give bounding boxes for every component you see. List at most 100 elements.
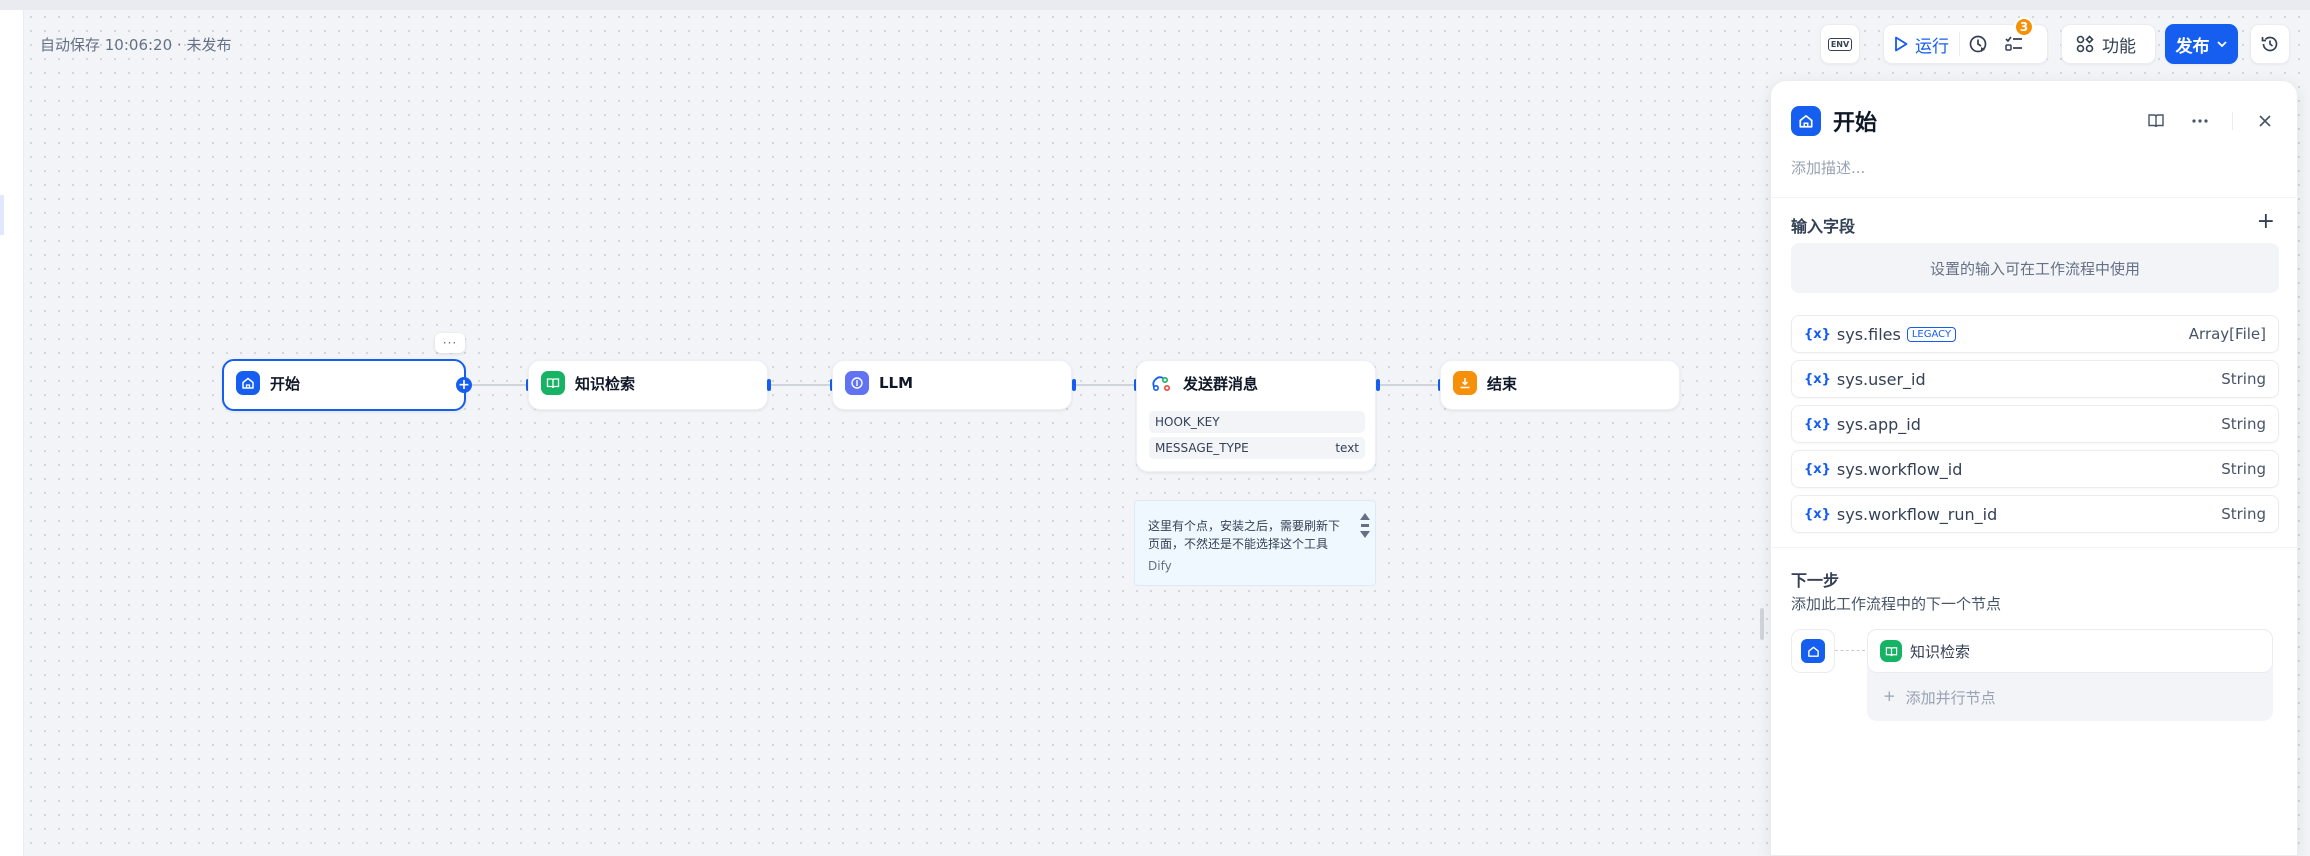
close-icon bbox=[2259, 115, 2271, 127]
checklist-button[interactable]: 3 bbox=[1996, 17, 2034, 59]
panel-header: 开始 bbox=[1791, 105, 1877, 137]
note-text: 这里有个点，安装之后，需要刷新下页面，不然还是不能选择这个工具 bbox=[1148, 519, 1341, 551]
variable-name: sys.files bbox=[1836, 324, 1901, 344]
variable-row: {x} sys.app_id String bbox=[1791, 405, 2279, 443]
add-input-button[interactable]: + bbox=[2257, 211, 2275, 233]
autosave-status: 自动保存 10:06:20 · 未发布 bbox=[40, 36, 232, 54]
sticky-note[interactable]: 这里有个点，安装之后，需要刷新下页面，不然还是不能选择这个工具 Dify bbox=[1134, 500, 1376, 586]
node-start[interactable]: 开始 bbox=[222, 359, 466, 411]
plus-icon: + bbox=[1883, 687, 1896, 705]
run-toolbar: 运行 3 bbox=[1883, 17, 2048, 64]
add-parallel-label: 添加并行节点 bbox=[1905, 689, 1996, 707]
variable-type: Array[File] bbox=[2188, 325, 2266, 343]
panel-title[interactable]: 开始 bbox=[1833, 105, 1877, 137]
node-more-button[interactable]: ··· bbox=[435, 333, 465, 353]
env-button[interactable]: ENV bbox=[1820, 24, 1860, 64]
variable-row: {x} sys.workflow_id String bbox=[1791, 450, 2279, 488]
input-fields-title: 输入字段 bbox=[1791, 217, 1856, 236]
variable-type: String bbox=[2221, 415, 2266, 433]
node-title: 结束 bbox=[1487, 374, 1518, 393]
node-title: LLM bbox=[879, 374, 914, 392]
note-author: Dify bbox=[1148, 559, 1172, 573]
node-title: 开始 bbox=[270, 374, 301, 393]
param-name: MESSAGE_TYPE bbox=[1155, 441, 1249, 455]
variable-row: {x} sys.files LEGACY Array[File] bbox=[1791, 315, 2279, 353]
node-knowledge-header: 知识检索 bbox=[541, 371, 635, 395]
close-button[interactable] bbox=[2253, 109, 2277, 133]
run-button[interactable]: 运行 bbox=[1894, 32, 1960, 57]
param-row: HOOK_KEY bbox=[1149, 411, 1365, 433]
chevron-down-icon bbox=[2216, 41, 2227, 48]
node-config-panel: 开始 添加描述... 输入字段 + 设置的输入可在工作流程中使用 {x} sys… bbox=[1770, 80, 2299, 856]
top-strip bbox=[0, 0, 2310, 10]
next-step-connector bbox=[1835, 650, 1865, 651]
run-label: 运行 bbox=[1915, 36, 1949, 57]
variable-icon: {x} bbox=[1804, 461, 1831, 477]
checklist-icon bbox=[2005, 36, 2022, 51]
variable-name-wrap: sys.files LEGACY bbox=[1837, 325, 2189, 344]
add-parallel-node-button[interactable]: + 添加并行节点 bbox=[1883, 687, 1996, 708]
next-step-hint: 添加此工作流程中的下一个节点 bbox=[1791, 595, 2002, 613]
description-input[interactable]: 添加描述... bbox=[1791, 157, 1865, 178]
history-icon bbox=[2261, 36, 2278, 52]
node-handle[interactable] bbox=[1072, 379, 1076, 391]
next-node-item[interactable]: 知识检索 bbox=[1867, 629, 2273, 673]
divider bbox=[1771, 547, 2299, 548]
left-sidebar bbox=[0, 10, 24, 856]
variable-icon: {x} bbox=[1804, 371, 1831, 387]
next-node-label: 知识检索 bbox=[1910, 642, 1971, 661]
variable-name: sys.workflow_id bbox=[1836, 459, 1963, 479]
scroll-up-icon[interactable] bbox=[1360, 513, 1370, 520]
sidebar-active-marker bbox=[0, 195, 4, 235]
edge-start-knowledge bbox=[472, 384, 528, 386]
param-value: text bbox=[1335, 441, 1359, 455]
variable-icon: {x} bbox=[1804, 506, 1831, 522]
publish-label: 发布 bbox=[2175, 36, 2210, 57]
add-node-handle[interactable]: + bbox=[456, 377, 472, 393]
variable-name: sys.user_id bbox=[1836, 369, 1926, 389]
param-name: HOOK_KEY bbox=[1155, 415, 1220, 429]
variable-row: {x} sys.workflow_run_id String bbox=[1791, 495, 2279, 533]
llm-icon bbox=[845, 371, 869, 395]
node-handle[interactable] bbox=[767, 379, 771, 391]
next-step-title: 下一步 bbox=[1791, 571, 1840, 590]
env-icon: ENV bbox=[1827, 37, 1853, 51]
home-icon bbox=[1791, 106, 1821, 136]
param-row: MESSAGE_TYPE text bbox=[1149, 437, 1365, 459]
node-knowledge-retrieval[interactable]: 知识检索 bbox=[528, 360, 768, 410]
checklist-badge: 3 bbox=[2014, 17, 2034, 37]
home-icon bbox=[1801, 639, 1825, 663]
publish-button[interactable]: 发布 bbox=[2165, 24, 2238, 64]
edge-llm-send bbox=[1076, 384, 1138, 386]
variable-type: String bbox=[2221, 460, 2266, 478]
more-options-button[interactable] bbox=[2188, 109, 2212, 133]
features-label: 功能 bbox=[2102, 36, 2136, 57]
help-doc-button[interactable] bbox=[2144, 109, 2168, 133]
scroll-down-icon[interactable] bbox=[1360, 531, 1370, 538]
variable-name: sys.app_id bbox=[1836, 414, 1921, 434]
node-send-header: 发送群消息 bbox=[1149, 371, 1258, 395]
node-end[interactable]: 结束 bbox=[1440, 360, 1680, 410]
node-start-header: 开始 bbox=[236, 371, 300, 395]
node-send-group-message[interactable]: 发送群消息 HOOK_KEY MESSAGE_TYPE text bbox=[1136, 360, 1376, 472]
node-handle[interactable] bbox=[1376, 379, 1380, 391]
scroll-thumb[interactable] bbox=[1361, 524, 1369, 527]
node-llm[interactable]: LLM bbox=[832, 360, 1072, 410]
more-icon bbox=[2192, 119, 2208, 123]
home-icon bbox=[236, 371, 260, 395]
divider bbox=[2232, 112, 2233, 130]
run-history-button[interactable] bbox=[1960, 29, 1996, 59]
variable-icon: {x} bbox=[1804, 326, 1831, 342]
book-open-icon bbox=[2148, 114, 2164, 128]
divider bbox=[1771, 197, 2299, 198]
variable-name: sys.workflow_run_id bbox=[1836, 504, 1998, 524]
version-history-button[interactable] bbox=[2250, 24, 2290, 64]
edge-send-end bbox=[1380, 384, 1442, 386]
next-step-source bbox=[1791, 629, 1835, 673]
panel-resize-handle[interactable] bbox=[1760, 608, 1764, 640]
features-button[interactable]: 功能 bbox=[2061, 24, 2156, 64]
node-llm-header: LLM bbox=[845, 371, 913, 395]
note-scrollbar[interactable] bbox=[1359, 513, 1371, 538]
edge-knowledge-llm bbox=[770, 384, 832, 386]
input-hint: 设置的输入可在工作流程中使用 bbox=[1791, 243, 2279, 293]
